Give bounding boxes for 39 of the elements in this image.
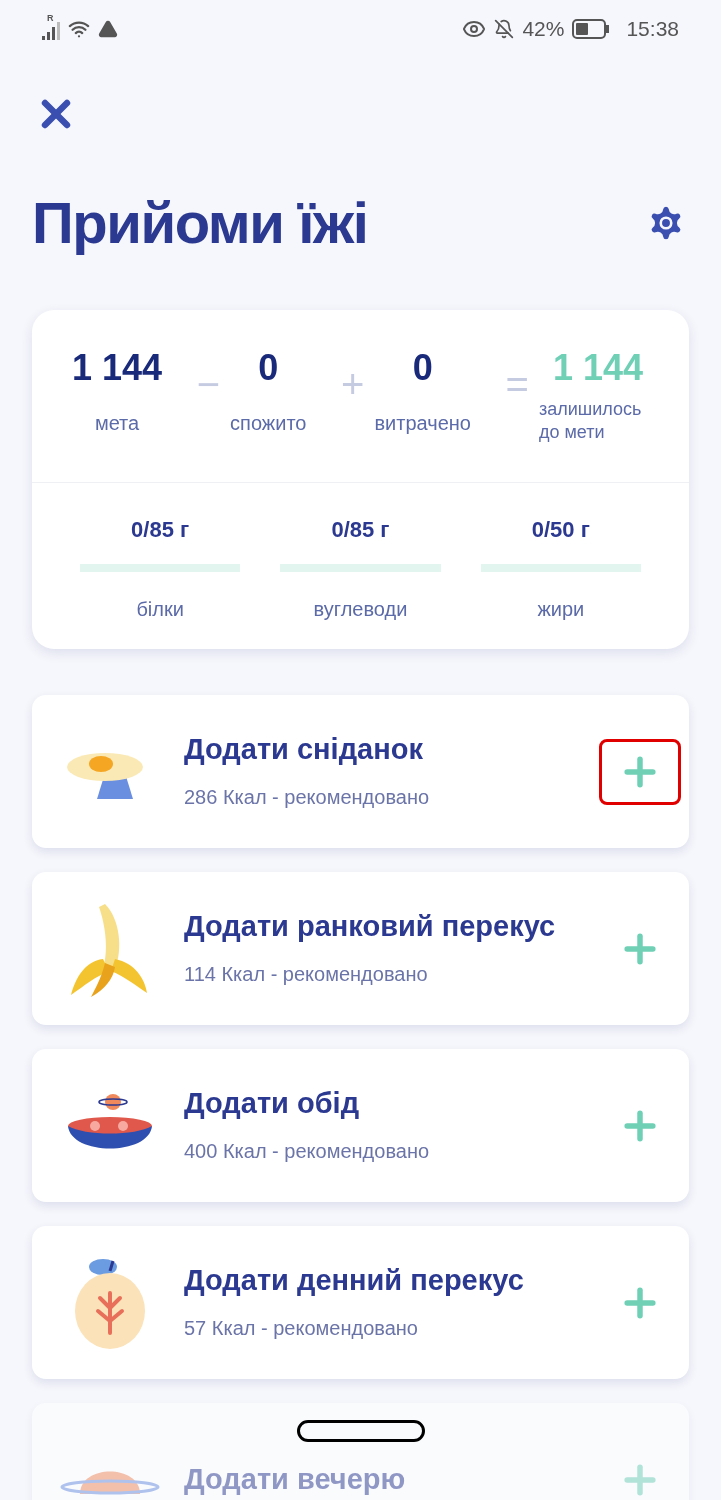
- meal-title: Додати обід: [184, 1086, 361, 1122]
- battery-percent: 42%: [522, 16, 565, 43]
- meal-title: Додати вечерю: [184, 1462, 407, 1498]
- meal-subtitle: 57 Ккал - рекомендовано: [184, 1315, 419, 1341]
- wifi-icon: [68, 18, 90, 40]
- stat-label: витрачено: [374, 411, 471, 436]
- stat-value: 0: [412, 350, 433, 386]
- macro-reading: 0/85 г: [131, 516, 190, 544]
- meal-subtitle: 286 Ккал - рекомендовано: [184, 784, 431, 810]
- stat-label: спожито: [230, 411, 307, 436]
- operator-sign: +: [341, 364, 365, 404]
- meal-subtitle: 400 Ккал - рекомендовано: [184, 1138, 431, 1164]
- macro-reading: 0/50 г: [531, 516, 590, 544]
- macro-label: вуглеводи: [313, 597, 408, 622]
- muted-bell-icon: [494, 19, 515, 39]
- meal-title: Додати денний перекус: [184, 1263, 525, 1299]
- stat-value: 1 144: [552, 350, 644, 386]
- battery-icon: [572, 19, 611, 39]
- meal-card[interactable]: Додати обід 400 Ккал - рекомендовано: [32, 1049, 689, 1202]
- meal-card[interactable]: Додати сніданок 286 Ккал - рекомендовано: [32, 695, 689, 848]
- stat-label: залишилось до мети: [538, 398, 643, 443]
- stat-value: 1 144: [72, 350, 163, 386]
- meal-title: Додати сніданок: [184, 732, 424, 768]
- meal-card[interactable]: Додати ранковий перекус 114 Ккал - рекомендовано: [32, 872, 689, 1025]
- macro-label: жири: [537, 597, 585, 622]
- operator-sign: =: [505, 364, 529, 404]
- home-indicator[interactable]: [297, 1420, 425, 1442]
- meal-subtitle: 114 Ккал - рекомендовано: [184, 961, 429, 987]
- macro-label: білки: [136, 597, 184, 622]
- stat-value: 0: [258, 350, 279, 386]
- meal-card[interactable]: Додати денний перекус 57 Ккал - рекомендовано: [32, 1226, 689, 1379]
- warning-icon: [98, 19, 118, 39]
- operator-sign: −: [196, 364, 221, 404]
- add-button[interactable]: [599, 738, 681, 805]
- macro-reading: 0/85 г: [331, 516, 390, 544]
- stat-label: мета: [94, 411, 140, 436]
- meal-title: Додати ранковий перекус: [184, 909, 557, 945]
- clock: 15:38: [626, 16, 679, 43]
- roaming-indicator: R: [47, 12, 54, 25]
